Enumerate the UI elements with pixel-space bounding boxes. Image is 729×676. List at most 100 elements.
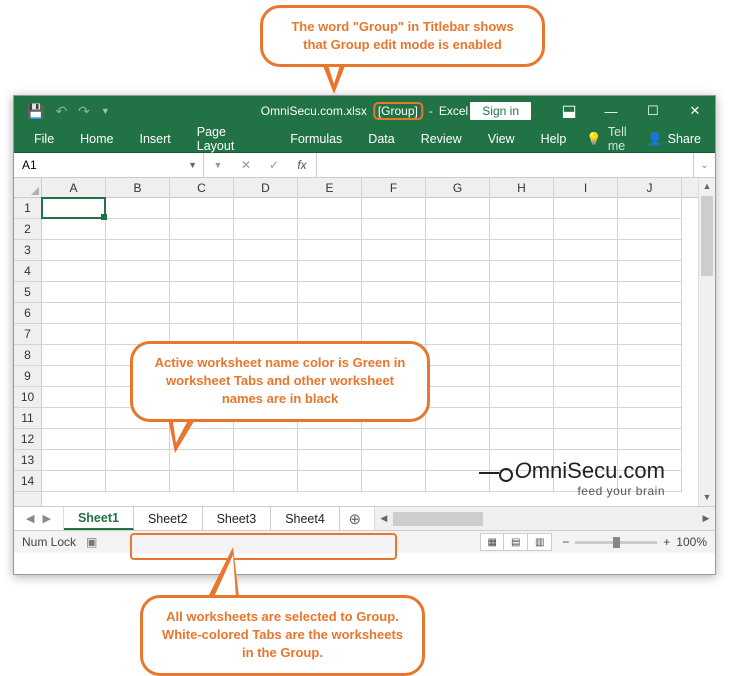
cell[interactable] bbox=[234, 450, 298, 471]
column-header[interactable]: G bbox=[426, 178, 490, 197]
cell[interactable] bbox=[362, 282, 426, 303]
normal-view-icon[interactable]: ▦ bbox=[480, 533, 504, 551]
fx-icon[interactable]: fx bbox=[288, 158, 316, 172]
cell[interactable] bbox=[234, 198, 298, 219]
cell[interactable] bbox=[426, 303, 490, 324]
zoom-in-button[interactable]: + bbox=[663, 535, 670, 549]
cell[interactable] bbox=[426, 408, 490, 429]
cell[interactable] bbox=[490, 240, 554, 261]
cell[interactable] bbox=[234, 261, 298, 282]
cell[interactable] bbox=[170, 261, 234, 282]
formula-input[interactable] bbox=[317, 153, 693, 177]
tab-insert[interactable]: Insert bbox=[128, 128, 183, 150]
cell[interactable] bbox=[490, 198, 554, 219]
cell[interactable] bbox=[234, 282, 298, 303]
cell[interactable] bbox=[106, 198, 170, 219]
cell[interactable] bbox=[554, 303, 618, 324]
cell[interactable] bbox=[42, 198, 106, 219]
sheet-tab-sheet1[interactable]: Sheet1 bbox=[64, 507, 134, 530]
name-box[interactable]: A1 ▼ bbox=[14, 153, 204, 177]
cell[interactable] bbox=[362, 261, 426, 282]
cell[interactable] bbox=[170, 198, 234, 219]
cell[interactable] bbox=[42, 429, 106, 450]
qat-customize-icon[interactable]: ▼ bbox=[101, 106, 110, 116]
cell[interactable] bbox=[426, 240, 490, 261]
scroll-right-icon[interactable]: ▶ bbox=[697, 513, 715, 524]
cell[interactable] bbox=[298, 450, 362, 471]
cell[interactable] bbox=[554, 324, 618, 345]
cell[interactable] bbox=[42, 408, 106, 429]
cell[interactable] bbox=[106, 261, 170, 282]
horizontal-scrollbar[interactable]: ◀ ▶ bbox=[374, 507, 715, 530]
cell[interactable] bbox=[362, 471, 426, 492]
cell[interactable] bbox=[618, 324, 682, 345]
cell[interactable] bbox=[42, 219, 106, 240]
cell[interactable] bbox=[554, 387, 618, 408]
column-header[interactable]: E bbox=[298, 178, 362, 197]
cell[interactable] bbox=[362, 303, 426, 324]
tab-formulas[interactable]: Formulas bbox=[278, 128, 354, 150]
tab-data[interactable]: Data bbox=[356, 128, 406, 150]
cell[interactable] bbox=[362, 198, 426, 219]
sheet-tab-sheet2[interactable]: Sheet2 bbox=[134, 507, 203, 530]
save-icon[interactable]: 💾 bbox=[27, 103, 44, 120]
page-break-view-icon[interactable]: ▥ bbox=[528, 533, 552, 551]
cell[interactable] bbox=[362, 240, 426, 261]
cell[interactable] bbox=[618, 387, 682, 408]
share-button[interactable]: 👤 Share bbox=[647, 132, 701, 147]
tab-home[interactable]: Home bbox=[68, 128, 125, 150]
cell[interactable] bbox=[618, 240, 682, 261]
row-header[interactable]: 13 bbox=[14, 450, 41, 471]
tab-review[interactable]: Review bbox=[409, 128, 474, 150]
cell[interactable] bbox=[234, 471, 298, 492]
cell[interactable] bbox=[298, 429, 362, 450]
tab-page-layout[interactable]: Page Layout bbox=[185, 121, 276, 157]
macro-record-icon[interactable]: ▣ bbox=[86, 535, 97, 549]
cell[interactable] bbox=[490, 429, 554, 450]
cell[interactable] bbox=[42, 387, 106, 408]
redo-icon[interactable]: ↷ bbox=[78, 103, 90, 120]
cell[interactable] bbox=[426, 282, 490, 303]
ribbon-options-icon[interactable]: ⬓ bbox=[549, 96, 589, 126]
cell[interactable] bbox=[618, 408, 682, 429]
cell[interactable] bbox=[170, 282, 234, 303]
cell[interactable] bbox=[426, 324, 490, 345]
column-header[interactable]: H bbox=[490, 178, 554, 197]
column-header[interactable]: C bbox=[170, 178, 234, 197]
cell[interactable] bbox=[490, 345, 554, 366]
column-header[interactable]: B bbox=[106, 178, 170, 197]
row-header[interactable]: 4 bbox=[14, 261, 41, 282]
cell[interactable] bbox=[298, 240, 362, 261]
sign-in-button[interactable]: Sign in bbox=[470, 102, 531, 120]
row-header[interactable]: 11 bbox=[14, 408, 41, 429]
cell[interactable] bbox=[426, 345, 490, 366]
dropdown-icon[interactable]: ▼ bbox=[204, 160, 232, 170]
row-header[interactable]: 14 bbox=[14, 471, 41, 492]
minimize-icon[interactable]: — bbox=[591, 96, 631, 126]
tab-prev-icon[interactable]: ◀ bbox=[26, 512, 34, 525]
expand-formula-bar-icon[interactable]: ⌄ bbox=[693, 153, 715, 177]
cell[interactable] bbox=[42, 471, 106, 492]
cell[interactable] bbox=[42, 366, 106, 387]
cell[interactable] bbox=[42, 240, 106, 261]
cell[interactable] bbox=[106, 471, 170, 492]
cell[interactable] bbox=[618, 366, 682, 387]
tab-nav-buttons[interactable]: ◀ ▶ bbox=[14, 507, 64, 530]
add-sheet-button[interactable]: ⊕ bbox=[340, 507, 370, 530]
enter-icon[interactable]: ✓ bbox=[260, 158, 288, 172]
tell-me-search[interactable]: 💡 Tell me bbox=[586, 125, 645, 153]
page-layout-view-icon[interactable]: ▤ bbox=[504, 533, 528, 551]
cell[interactable] bbox=[170, 240, 234, 261]
cell[interactable] bbox=[554, 408, 618, 429]
cell[interactable] bbox=[234, 219, 298, 240]
cell[interactable] bbox=[298, 261, 362, 282]
cell[interactable] bbox=[106, 429, 170, 450]
undo-icon[interactable]: ↶ bbox=[55, 103, 67, 120]
cell[interactable] bbox=[298, 303, 362, 324]
row-header[interactable]: 3 bbox=[14, 240, 41, 261]
cell[interactable] bbox=[42, 303, 106, 324]
scroll-thumb[interactable] bbox=[393, 512, 483, 526]
cancel-icon[interactable]: ✕ bbox=[232, 158, 260, 172]
row-header[interactable]: 5 bbox=[14, 282, 41, 303]
row-header[interactable]: 6 bbox=[14, 303, 41, 324]
